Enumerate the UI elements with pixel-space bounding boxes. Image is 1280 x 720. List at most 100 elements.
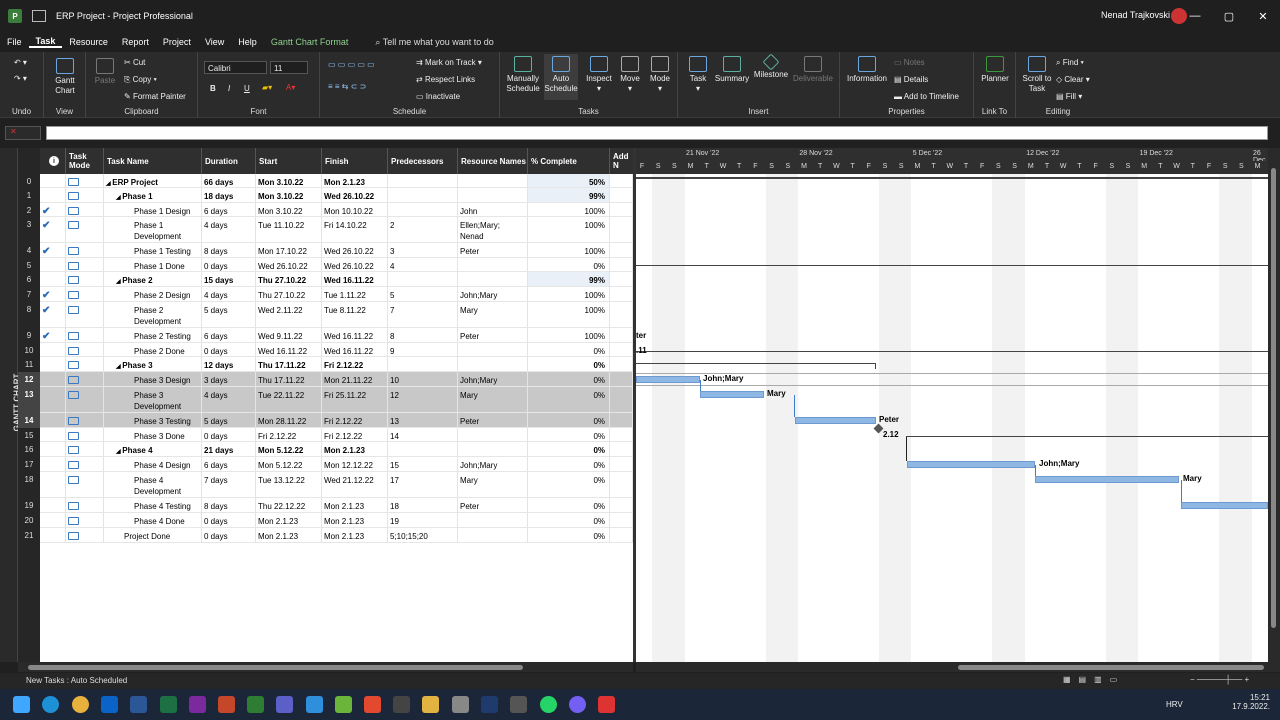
row-number[interactable]: 12: [18, 372, 40, 387]
table-row[interactable]: ◢ Phase 4 21 days Mon 5.12.22 Mon 2.1.23 0%: [40, 442, 633, 457]
outlook-icon[interactable]: [101, 696, 118, 713]
add-new-column-cell[interactable]: [610, 528, 633, 542]
duration-cell[interactable]: 6 days: [202, 457, 256, 471]
indicator-cell[interactable]: ✔: [40, 243, 66, 257]
insert-task-button[interactable]: Task ▾: [684, 56, 712, 94]
add-new-column-cell[interactable]: [610, 357, 633, 371]
resource-names-cell[interactable]: [458, 442, 528, 456]
task-name-cell[interactable]: ◢ Phase 4: [104, 442, 202, 456]
add-new-column-cell[interactable]: [610, 387, 633, 412]
finish-cell[interactable]: Mon 2.1.23: [322, 498, 388, 512]
milestone-button[interactable]: Milestone: [752, 53, 790, 80]
task-name-cell[interactable]: Phase 1 Testing: [104, 243, 202, 257]
highlight-icon[interactable]: ▰▾: [262, 83, 272, 92]
predecessors-cell[interactable]: 14: [388, 428, 458, 441]
resource-names-cell[interactable]: [458, 258, 528, 271]
task-mode-cell[interactable]: [66, 528, 104, 542]
resource-names-column-header[interactable]: Resource Names: [458, 148, 528, 174]
percent-complete-cell[interactable]: 0%: [528, 442, 610, 456]
task-mode-cell[interactable]: [66, 217, 104, 242]
start-cell[interactable]: Mon 28.11.22: [256, 413, 322, 427]
duration-cell[interactable]: 3 days: [202, 372, 256, 386]
inspect-button[interactable]: Inspect ▾: [584, 56, 614, 94]
indicator-cell[interactable]: [40, 272, 66, 286]
indicator-cell[interactable]: [40, 188, 66, 202]
percent-complete-cell[interactable]: 100%: [528, 203, 610, 216]
task-mode-cell[interactable]: [66, 472, 104, 497]
fill-button[interactable]: ▤ Fill ▾: [1056, 92, 1082, 101]
finish-cell[interactable]: Mon 21.11.22: [322, 372, 388, 386]
task-name-cell[interactable]: Phase 1 Done: [104, 258, 202, 271]
task-name-cell[interactable]: Phase 2 Design: [104, 287, 202, 301]
percent-complete-cell[interactable]: 50%: [528, 174, 610, 187]
indicator-cell[interactable]: [40, 372, 66, 386]
add-new-column-cell[interactable]: [610, 217, 633, 242]
table-row[interactable]: ◢ Phase 2 15 days Thu 27.10.22 Wed 16.11.22…: [40, 272, 633, 287]
table-row[interactable]: ✔ Phase 1 Testing 8 days Mon 17.10.22 Wed 26…: [40, 243, 633, 258]
details-button[interactable]: ▤ Details: [894, 75, 928, 84]
finish-cell[interactable]: Wed 26.10.22: [322, 243, 388, 257]
task-name-cell[interactable]: Phase 3 Done: [104, 428, 202, 441]
percent-complete-cell[interactable]: 0%: [528, 258, 610, 271]
close-button[interactable]: ✕: [1246, 0, 1280, 32]
resource-names-cell[interactable]: John;Mary: [458, 457, 528, 471]
tab-task[interactable]: Task: [28, 36, 63, 48]
add-new-column-cell[interactable]: [610, 472, 633, 497]
table-row[interactable]: Phase 3 Development 4 days Tue 22.11.22 Fri…: [40, 387, 633, 413]
duration-cell[interactable]: 0 days: [202, 528, 256, 542]
start-cell[interactable]: Wed 2.11.22: [256, 302, 322, 327]
chart-horizontal-scrollbar[interactable]: [636, 662, 1280, 672]
table-row[interactable]: Phase 2 Done 0 days Wed 16.11.22 Wed 16.11.…: [40, 343, 633, 357]
resource-names-cell[interactable]: Mary: [458, 302, 528, 327]
task-mode-cell[interactable]: [66, 498, 104, 512]
percent-complete-cell[interactable]: 100%: [528, 302, 610, 327]
percent-complete-cell[interactable]: 0%: [528, 513, 610, 527]
project-taskbar-icon[interactable]: [247, 696, 264, 713]
mode-button[interactable]: Mode ▾: [646, 56, 674, 94]
start-cell[interactable]: Mon 3.10.22: [256, 174, 322, 187]
percent-complete-column-header[interactable]: % Complete: [528, 148, 610, 174]
start-cell[interactable]: Mon 17.10.22: [256, 243, 322, 257]
task-mode-cell[interactable]: [66, 302, 104, 327]
task-mode-cell[interactable]: [66, 387, 104, 412]
start-icon[interactable]: [13, 696, 30, 713]
add-new-column-cell[interactable]: [610, 287, 633, 301]
redo-icon[interactable]: ↷ ▾: [14, 74, 27, 83]
finish-cell[interactable]: Wed 16.11.22: [322, 343, 388, 356]
notes-button[interactable]: ▭ Notes: [894, 58, 925, 67]
start-cell[interactable]: Mon 2.1.23: [256, 528, 322, 542]
add-new-column-cell[interactable]: [610, 343, 633, 356]
start-cell[interactable]: Thu 22.12.22: [256, 498, 322, 512]
start-cell[interactable]: Tue 11.10.22: [256, 217, 322, 242]
task-mode-cell[interactable]: [66, 258, 104, 271]
row-number[interactable]: 1: [18, 188, 40, 203]
row-number[interactable]: 6: [18, 272, 40, 287]
task-name-cell[interactable]: Phase 3 Testing: [104, 413, 202, 427]
add-to-timeline-button[interactable]: ▬ Add to Timeline: [894, 92, 959, 101]
row-number[interactable]: 5: [18, 258, 40, 272]
word-icon[interactable]: [130, 696, 147, 713]
indicator-cell[interactable]: [40, 174, 66, 187]
predecessors-cell[interactable]: [388, 203, 458, 216]
task-name-cell[interactable]: ◢ Phase 1: [104, 188, 202, 202]
todo-icon[interactable]: [306, 696, 323, 713]
indicator-cell[interactable]: [40, 387, 66, 412]
start-cell[interactable]: Wed 26.10.22: [256, 258, 322, 271]
task-name-cell[interactable]: Phase 1 Development: [104, 217, 202, 242]
row-number[interactable]: 19: [18, 498, 40, 513]
row-number[interactable]: 13: [18, 387, 40, 413]
predecessors-cell[interactable]: 17: [388, 472, 458, 497]
table-row[interactable]: Phase 1 Done 0 days Wed 26.10.22 Wed 26.10.…: [40, 258, 633, 272]
table-row[interactable]: ✔ Phase 2 Design 4 days Thu 27.10.22 Tue 1.1…: [40, 287, 633, 302]
table-row[interactable]: Phase 4 Done 0 days Mon 2.1.23 Mon 2.1.23 19…: [40, 513, 633, 528]
task-mode-cell[interactable]: [66, 203, 104, 216]
finish-cell[interactable]: Fri 2.12.22: [322, 413, 388, 427]
predecessors-cell[interactable]: 8: [388, 328, 458, 342]
percent-complete-cell[interactable]: 0%: [528, 413, 610, 427]
task-name-cell[interactable]: Phase 4 Done: [104, 513, 202, 527]
cut-button[interactable]: ✂ Cut: [124, 58, 145, 67]
duration-cell[interactable]: 0 days: [202, 513, 256, 527]
task-name-cell[interactable]: Phase 3 Development: [104, 387, 202, 412]
percent-complete-cell[interactable]: 100%: [528, 287, 610, 301]
task-mode-cell[interactable]: [66, 513, 104, 527]
